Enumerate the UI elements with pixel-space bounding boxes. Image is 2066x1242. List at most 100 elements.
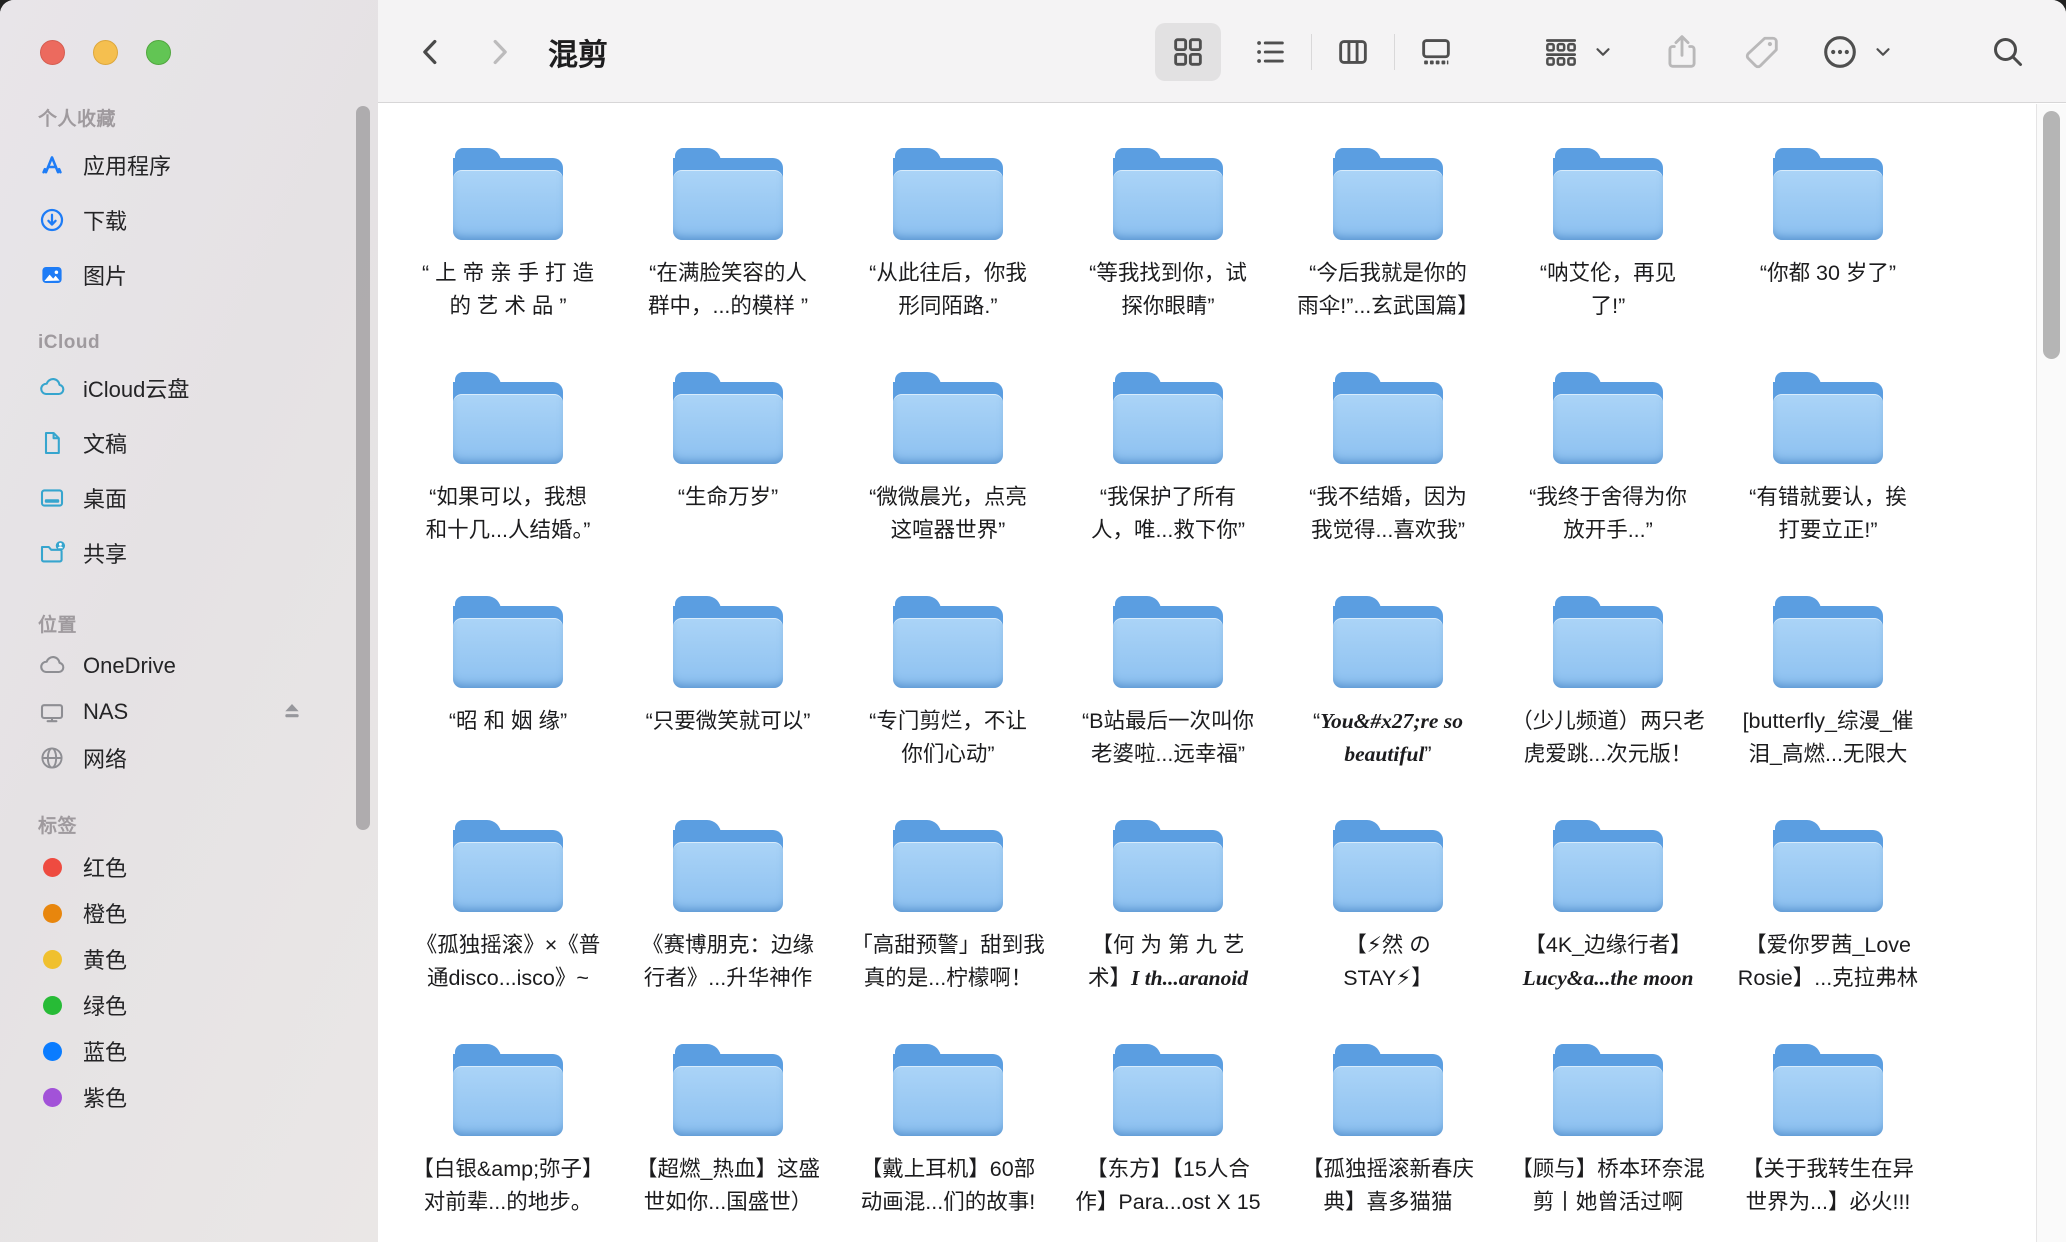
icon-view-button[interactable] (1155, 23, 1221, 81)
folder-item[interactable]: “呐艾伦，再见了!” (1498, 148, 1718, 372)
folder-label: “ 上 帝 亲 手 打 造的 艺 术 品 ” (422, 257, 594, 323)
folder-item[interactable]: 【⚡然 のSTAY⚡】 (1278, 820, 1498, 1044)
gallery-view-button[interactable] (1403, 23, 1469, 81)
folder-item[interactable]: “B站最后一次叫你老婆啦...远幸福” (1058, 596, 1278, 820)
folder-item[interactable]: （少儿频道）两只老虎爱跳...次元版！ (1498, 596, 1718, 820)
folder-item[interactable]: “等我找到你，试探你眼睛” (1058, 148, 1278, 372)
view-separator (1311, 34, 1312, 70)
sidebar-item-NAS[interactable]: NAS (36, 689, 334, 735)
folder-item[interactable]: “你都 30 岁了” (1718, 148, 1938, 372)
folder-icon (890, 596, 1006, 688)
folder-item[interactable]: 《赛博朋克：边缘行者》...升华神作 (618, 820, 838, 1044)
sidebar-item-共享[interactable]: 共享 (36, 525, 334, 580)
folder-label: “只要微笑就可以” (646, 705, 811, 738)
sidebar-item-图片[interactable]: 图片 (36, 247, 334, 302)
folder-item[interactable]: 【何 为 第 九 艺术】I th...aranoid (1058, 820, 1278, 1044)
folder-item[interactable]: 【超燃_热血】这盛世如你...国盛世） (618, 1044, 838, 1242)
folder-icon (1550, 820, 1666, 912)
sidebar-item-应用程序[interactable]: 应用程序 (36, 137, 334, 192)
globe-icon (36, 742, 68, 774)
scrollbar-track[interactable] (2036, 104, 2066, 1242)
folder-view: “ 上 帝 亲 手 打 造的 艺 术 品 ” “在满脸笑容的人群中，...的模样 … (378, 104, 2066, 1242)
display-icon (36, 696, 68, 728)
share-icon[interactable] (1660, 30, 1704, 74)
minimize-button[interactable] (93, 40, 118, 65)
folder-item[interactable]: “我不结婚，因为我觉得...喜欢我” (1278, 372, 1498, 596)
tag-dot (36, 851, 68, 883)
icon-view-icon (1169, 33, 1207, 71)
sidebar-scrollbar-thumb[interactable] (356, 106, 370, 830)
folder-icon (890, 148, 1006, 240)
folder-item[interactable]: 【4K_边缘行者】Lucy&a...the moon (1498, 820, 1718, 1044)
folder-icon (1770, 1044, 1886, 1136)
folder-item[interactable]: 【孤独摇滚新春庆典】喜多猫猫 (1278, 1044, 1498, 1242)
sidebar-item-黄色[interactable]: 黄色 (36, 936, 334, 982)
folder-label: “我终于舍得为你放开手...” (1529, 481, 1687, 547)
sidebar-item-label: 橙色 (83, 897, 127, 929)
list-view-button[interactable] (1237, 23, 1303, 81)
folder-item[interactable]: 【爱你罗茜_LoveRosie】...克拉弗林 (1718, 820, 1938, 1044)
group-button[interactable] (1540, 31, 1582, 73)
sidebar-item-label: NAS (83, 699, 128, 725)
folder-item[interactable]: “在满脸笑容的人群中，...的模样 ” (618, 148, 838, 372)
sidebar-item-文稿[interactable]: 文稿 (36, 415, 334, 470)
folder-label: [butterfly_综漫_催泪_高燃...无限大 (1743, 705, 1914, 771)
folder-item[interactable]: “ 上 帝 亲 手 打 造的 艺 术 品 ” (398, 148, 618, 372)
eject-button[interactable] (278, 698, 306, 726)
folder-item[interactable]: “我保护了所有人，唯...救下你” (1058, 372, 1278, 596)
folder-item[interactable]: “今后我就是你的雨伞!”...玄武国篇】 (1278, 148, 1498, 372)
folder-label: “等我找到你，试探你眼睛” (1089, 257, 1247, 323)
folder-grid: “ 上 帝 亲 手 打 造的 艺 术 品 ” “在满脸笑容的人群中，...的模样 … (398, 148, 1938, 1242)
sidebar-item-红色[interactable]: 红色 (36, 844, 334, 890)
folder-item[interactable]: “只要微笑就可以” (618, 596, 838, 820)
forward-button[interactable] (480, 33, 518, 71)
sidebar-item-绿色[interactable]: 绿色 (36, 982, 334, 1028)
folder-label: “呐艾伦，再见了!” (1540, 257, 1676, 323)
folder-label: “如果可以，我想和十几...人结婚。” (426, 481, 591, 547)
folder-item[interactable]: “我终于舍得为你放开手...” (1498, 372, 1718, 596)
sidebar-item-橙色[interactable]: 橙色 (36, 890, 334, 936)
folder-item[interactable]: 【东方】【15人合作】Para...ost X 15 (1058, 1044, 1278, 1242)
tag-icon[interactable] (1740, 30, 1784, 74)
folder-item[interactable]: “You&#x27;re sobeautiful” (1278, 596, 1498, 820)
folder-icon (450, 148, 566, 240)
folder-icon (450, 820, 566, 912)
folder-item[interactable]: “有错就要认，挨打要立正!” (1718, 372, 1938, 596)
tag-dot (36, 1081, 68, 1113)
folder-icon (1330, 372, 1446, 464)
folder-item[interactable]: “昭 和 姻 缘” (398, 596, 618, 820)
folder-item[interactable]: 【白银&amp;弥子】对前辈...的地步。 (398, 1044, 618, 1242)
folder-item[interactable]: 【顾与】桥本环奈混剪丨她曾活过啊 (1498, 1044, 1718, 1242)
folder-item[interactable]: 「高甜预警」甜到我真的是...柠檬啊！ (838, 820, 1058, 1044)
close-button[interactable] (40, 40, 65, 65)
back-button[interactable] (412, 33, 450, 71)
folder-label: “生命万岁” (678, 481, 778, 514)
folder-item[interactable]: “如果可以，我想和十几...人结婚。” (398, 372, 618, 596)
search-icon[interactable] (1988, 32, 2028, 72)
sidebar-item-OneDrive[interactable]: OneDrive (36, 643, 334, 689)
folder-item[interactable]: [butterfly_综漫_催泪_高燃...无限大 (1718, 596, 1938, 820)
folder-item[interactable]: 《孤独摇滚》×《普通disco...isco》~ (398, 820, 618, 1044)
sidebar: 个人收藏应用程序下载图片iCloudiCloud云盘文稿桌面共享位置OneDri… (0, 0, 378, 1242)
sidebar-item-紫色[interactable]: 紫色 (36, 1074, 334, 1120)
folder-label: 【戴上耳机】60部动画混...们的故事! (861, 1153, 1035, 1219)
folder-item[interactable]: “从此往后，你我形同陌路.” (838, 148, 1058, 372)
sidebar-item-iCloud云盘[interactable]: iCloud云盘 (36, 360, 334, 415)
folder-icon (670, 820, 786, 912)
sidebar-item-蓝色[interactable]: 蓝色 (36, 1028, 334, 1074)
folder-icon (1110, 148, 1226, 240)
folder-item[interactable]: “生命万岁” (618, 372, 838, 596)
zoom-button[interactable] (146, 40, 171, 65)
sidebar-item-下载[interactable]: 下载 (36, 192, 334, 247)
folder-item[interactable]: 【戴上耳机】60部动画混...们的故事! (838, 1044, 1058, 1242)
folder-item[interactable]: 【关于我转生在异世界为...】必火!!! (1718, 1044, 1938, 1242)
column-view-button[interactable] (1320, 23, 1386, 81)
folder-item[interactable]: “微微晨光，点亮这喧器世界” (838, 372, 1058, 596)
scrollbar-thumb[interactable] (2043, 111, 2060, 359)
folder-label: “我保护了所有人，唯...救下你” (1091, 481, 1245, 547)
sidebar-item-桌面[interactable]: 桌面 (36, 470, 334, 525)
folder-label: 【关于我转生在异世界为...】必火!!! (1742, 1153, 1914, 1219)
folder-item[interactable]: “专门剪烂，不让你们心动” (838, 596, 1058, 820)
more-options-button[interactable] (1818, 30, 1862, 74)
sidebar-item-网络[interactable]: 网络 (36, 735, 334, 781)
